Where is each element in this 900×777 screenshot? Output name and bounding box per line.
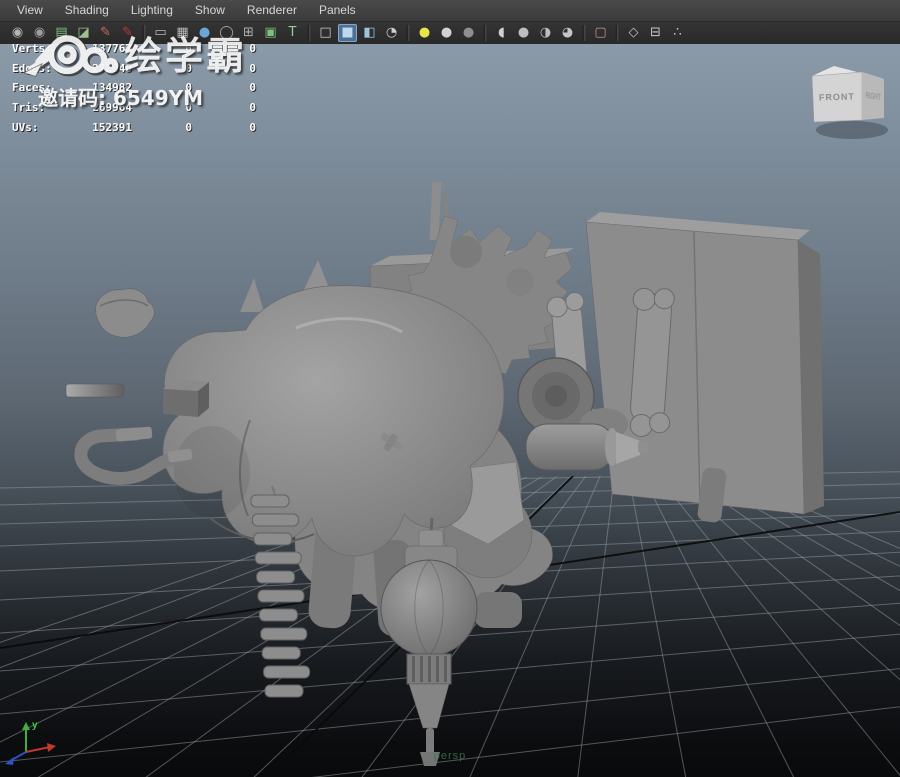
spine-segment	[254, 551, 302, 565]
hud-cell: 0	[185, 61, 192, 75]
spine-segment	[250, 494, 290, 508]
spine-segment	[256, 570, 296, 584]
hud-row: Edges: 272940 0 0	[12, 62, 256, 82]
camera-name-label: persp	[433, 750, 467, 762]
grease-pencil-icon[interactable]: ✎	[118, 24, 137, 42]
toolbar-separator	[406, 25, 410, 41]
panel-menubar: View Shading Lighting Show Renderer Panels	[0, 0, 900, 22]
spine-segment	[257, 589, 305, 603]
use-all-lights-icon[interactable]: ◔	[382, 24, 401, 42]
axis-y-label: y	[32, 720, 38, 731]
shaded-icon[interactable]: ■	[338, 24, 357, 42]
image-plane-icon[interactable]: ◪	[74, 24, 93, 42]
menu-panels[interactable]: Panels	[308, 0, 367, 21]
hud-cell: 0	[249, 120, 256, 134]
motion-blur-icon[interactable]: ◑	[536, 24, 555, 42]
view-cube-right-label: RIGHT	[865, 89, 881, 102]
ambient-occlusion-icon[interactable]: ●	[514, 24, 533, 42]
menu-renderer[interactable]: Renderer	[236, 0, 308, 21]
resolution-gate-icon[interactable]: ▦	[173, 24, 192, 42]
safe-title-icon[interactable]: T	[283, 24, 302, 42]
2d-pan-zoom-icon[interactable]: ✎	[96, 24, 115, 42]
hud-cell: 134982	[92, 81, 132, 95]
view-cube[interactable]: FRONT RIGHT	[800, 56, 900, 144]
spine-segment	[264, 684, 304, 698]
hud-cell: 272940	[92, 61, 132, 75]
hud-cell: 0	[249, 81, 256, 95]
bookmark-icon[interactable]: ▤	[52, 24, 71, 42]
menu-show[interactable]: Show	[184, 0, 236, 21]
textured-icon[interactable]: ◧	[360, 24, 379, 42]
wireframe-icon[interactable]: □	[316, 24, 335, 42]
field-chart-icon[interactable]: ⊞	[239, 24, 258, 42]
flat-lighting-icon[interactable]: ●	[437, 24, 456, 42]
poly-count-hud: Verts: 137767 0 0 Edges: 272940 0 0 Faces: 134982…	[12, 42, 256, 140]
menu-lighting[interactable]: Lighting	[120, 0, 184, 21]
hud-row: Verts: 137767 0 0	[12, 42, 256, 62]
share-icon[interactable]: ∴	[668, 24, 687, 42]
menu-shading[interactable]: Shading	[54, 0, 120, 21]
onion-layers-icon[interactable]: ⊟	[646, 24, 665, 42]
no-lights-icon[interactable]: ●	[459, 24, 478, 42]
toolbar-separator	[582, 25, 586, 41]
hud-cell: UVs:	[12, 120, 39, 134]
toolbar-separator	[483, 25, 487, 41]
hud-cell: Tris:	[12, 101, 46, 115]
spine-segment	[251, 513, 299, 527]
select-camera-icon[interactable]: ◉	[8, 24, 27, 42]
lock-camera-icon[interactable]: ◉	[30, 24, 49, 42]
film-gate-icon[interactable]: ▭	[151, 24, 170, 42]
isolate-select-icon[interactable]: ▢	[591, 24, 610, 42]
hud-row: Tris: 269964 0 0	[12, 101, 256, 121]
hud-cell: 0	[249, 61, 256, 75]
maya-viewport-window: View Shading Lighting Show Renderer Panels ◉ ◉…	[0, 0, 900, 777]
hud-cell: 0	[185, 120, 192, 134]
highlight-selection-icon[interactable]: ●	[195, 24, 214, 42]
toolbar-separator	[615, 25, 619, 41]
hud-cell: 0	[249, 101, 256, 115]
shadows-icon[interactable]: ◖	[492, 24, 511, 42]
view-cube-front-label: FRONT	[819, 91, 855, 102]
hud-cell: 269964	[92, 101, 132, 115]
hud-cell: Edges:	[12, 61, 52, 75]
toolbar-separator	[142, 25, 146, 41]
default-light-icon[interactable]: ●	[415, 24, 434, 42]
anti-alias-icon[interactable]: ◕	[558, 24, 577, 42]
panel-toolbar: ◉ ◉ ▤ ◪ ✎ ✎ ▭ ▦ ● ◯ ⊞ ▣ T □ ■ ◧ ◔ ● ● ● ◖ ● ◑ ◕ ▢ ◇ ⊟ ∴	[0, 22, 900, 44]
hud-cell: 0	[185, 81, 192, 95]
hud-cell: 152391	[92, 120, 132, 134]
hud-cell: 0	[185, 101, 192, 115]
gate-mask-icon[interactable]: ◯	[217, 24, 236, 42]
hud-row: UVs: 152391 0 0	[12, 121, 256, 141]
spine-segment	[253, 532, 293, 546]
spine-segment	[258, 608, 298, 622]
spine-segment	[261, 646, 301, 660]
xray-icon[interactable]: ◇	[624, 24, 643, 42]
spine-segment	[260, 627, 308, 641]
spine-segment	[263, 665, 311, 679]
toolbar-separator	[307, 25, 311, 41]
safe-action-icon[interactable]: ▣	[261, 24, 280, 42]
hud-cell: Faces:	[12, 81, 52, 95]
menu-view[interactable]: View	[6, 0, 54, 21]
hud-row: Faces: 134982 0 0	[12, 81, 256, 101]
